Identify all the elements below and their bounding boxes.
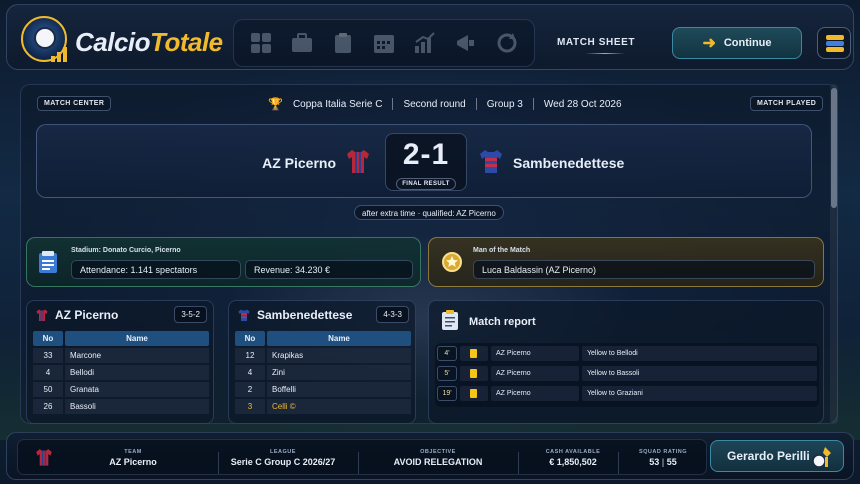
away-shirt-icon (480, 150, 502, 173)
table-row[interactable]: 33 Marcone (33, 348, 209, 363)
growth-bars-icon (51, 46, 69, 62)
away-lineup-header: Sambenedettese (237, 308, 352, 322)
stadium-label: Stadium: Donato Curcio, Picerno (71, 247, 181, 254)
home-shirt-icon (36, 309, 48, 321)
trophy-icon: 🏆 (268, 97, 283, 111)
title-underline (585, 53, 625, 54)
report-clipboard-icon (442, 310, 458, 330)
squad-rating-stat: SQUAD RATING 53 | 55 (638, 449, 688, 467)
calendar-icon[interactable] (372, 31, 396, 55)
table-row[interactable]: 2 Boffelli (235, 382, 411, 397)
home-lineup: AZ Picerno 3-5-2 No Name 33 Marcone 4 Bello… (26, 300, 214, 424)
table-row[interactable]: 12 Krapikas (235, 348, 411, 363)
briefcase-icon[interactable] (290, 31, 314, 55)
scrollbar[interactable] (830, 84, 838, 424)
away-team-name: Sambenedettese (513, 155, 625, 171)
match-status-badge: MATCH PLAYED (750, 96, 824, 111)
scoreboard: AZ Picerno 2-1 FINAL RESULT Sambenedette… (36, 124, 812, 198)
home-team-name: AZ Picerno (262, 155, 336, 171)
column-header-no[interactable]: No (235, 331, 265, 346)
column-header-name[interactable]: Name (65, 331, 209, 346)
motm-label: Man of the Match (473, 247, 531, 254)
event-row[interactable]: 19' AZ Picerno Yellow to Graziani (437, 385, 817, 402)
table-row[interactable]: 4 Bellodi (33, 365, 209, 380)
home-formation[interactable]: 3-5-2 (174, 306, 207, 323)
table-row[interactable]: 4 Zini (235, 365, 411, 380)
cash-stat: CASH AVAILABLE € 1,850,502 (545, 449, 601, 467)
page-title: MATCH SHEET (557, 37, 636, 48)
away-lineup: Sambenedettese 4-3-3 No Name 12 Krapikas 4… (228, 300, 416, 424)
away-shirt-icon (238, 309, 250, 321)
match-center-badge: MATCH CENTER (37, 96, 112, 111)
match-report: Match report 4' AZ Picerno Yellow to Bel… (428, 300, 824, 424)
main-nav (233, 19, 535, 67)
home-shirt-icon (347, 150, 369, 173)
team-stat: TEAM AZ Picerno (109, 449, 157, 467)
table-row[interactable]: 26 Bassoli (33, 399, 209, 414)
away-lineup-table: No Name 12 Krapikas 4 Zini 2 Boffelli 3 Celli… (233, 329, 413, 416)
top-bar: CalcioTotale MATCH SHEET ➜ Continue (6, 4, 854, 70)
continue-label: Continue (723, 37, 772, 49)
yellow-card-icon (460, 366, 488, 381)
column-header-name[interactable]: Name (267, 331, 411, 346)
match-date: Wed 28 Oct 2026 (543, 98, 622, 110)
club-summary: TEAM AZ Picerno LEAGUE Serie C Group C 202… (17, 439, 707, 475)
menu-button[interactable] (817, 27, 851, 59)
group: Group 3 (486, 98, 523, 110)
final-result-label: FINAL RESULT (396, 178, 456, 190)
app-logo[interactable] (21, 16, 67, 62)
revenue-field: Revenue: 34.230 € (245, 260, 413, 279)
report-title: Match report (469, 316, 536, 328)
league-stat: LEAGUE Serie C Group C 2026/27 (230, 449, 336, 467)
medal-icon (442, 252, 462, 272)
objective-stat: OBJECTIVE AVOID RELEGATION (393, 449, 483, 467)
refresh-icon[interactable] (495, 31, 519, 55)
away-formation[interactable]: 4-3-3 (376, 306, 409, 323)
clipboard-icon[interactable] (331, 31, 355, 55)
final-score: 2-1 (402, 138, 450, 171)
table-row[interactable]: 3 Celli © (235, 399, 411, 414)
events-list: 4' AZ Picerno Yellow to Bellodi 5' AZ Pi… (435, 343, 819, 407)
attendance-field: Attendance: 1.141 spectators (71, 260, 241, 279)
stadium-card: Stadium: Donato Curcio, Picerno Attendan… (26, 237, 421, 287)
event-row[interactable]: 4' AZ Picerno Yellow to Bellodi (437, 345, 817, 362)
table-row[interactable]: 50 Granata (33, 382, 209, 397)
column-header-no[interactable]: No (33, 331, 63, 346)
home-lineup-team: AZ Picerno (55, 308, 119, 322)
man-of-the-match-card: Man of the Match Luca Baldassin (AZ Pice… (428, 237, 824, 287)
manager-name: Gerardo Perilli (727, 449, 810, 463)
extra-time-note: after extra time · qualified: AZ Picerno (354, 205, 504, 220)
club-shirt-icon (36, 449, 52, 466)
event-row[interactable]: 5' AZ Picerno Yellow to Bassoli (437, 365, 817, 382)
brand-name: CalcioTotale (75, 27, 223, 57)
competition: Coppa Italia Serie C (292, 98, 383, 110)
dashboard-icon[interactable] (249, 31, 273, 55)
round: Second round (403, 98, 466, 110)
continue-button[interactable]: ➜ Continue (672, 27, 802, 59)
home-lineup-header: AZ Picerno (35, 308, 118, 322)
score-box: 2-1 FINAL RESULT (385, 133, 467, 191)
stats-icon[interactable] (413, 31, 437, 55)
home-lineup-table: No Name 33 Marcone 4 Bellodi 50 Granata 26 Ba… (31, 329, 211, 416)
yellow-card-icon (460, 386, 488, 401)
ticket-icon (39, 251, 57, 273)
away-lineup-team: Sambenedettese (257, 308, 353, 322)
arrow-right-icon: ➜ (702, 35, 716, 52)
match-info-line: 🏆 Coppa Italia Serie C Second round Grou… (268, 96, 622, 112)
megaphone-icon[interactable] (454, 31, 478, 55)
motm-player: Luca Baldassin (AZ Picerno) (473, 260, 815, 279)
scrollbar-thumb[interactable] (831, 88, 837, 208)
manager-button[interactable]: Gerardo Perilli (710, 440, 844, 472)
yellow-card-icon (460, 346, 488, 361)
manager-avatar-icon (812, 447, 831, 468)
